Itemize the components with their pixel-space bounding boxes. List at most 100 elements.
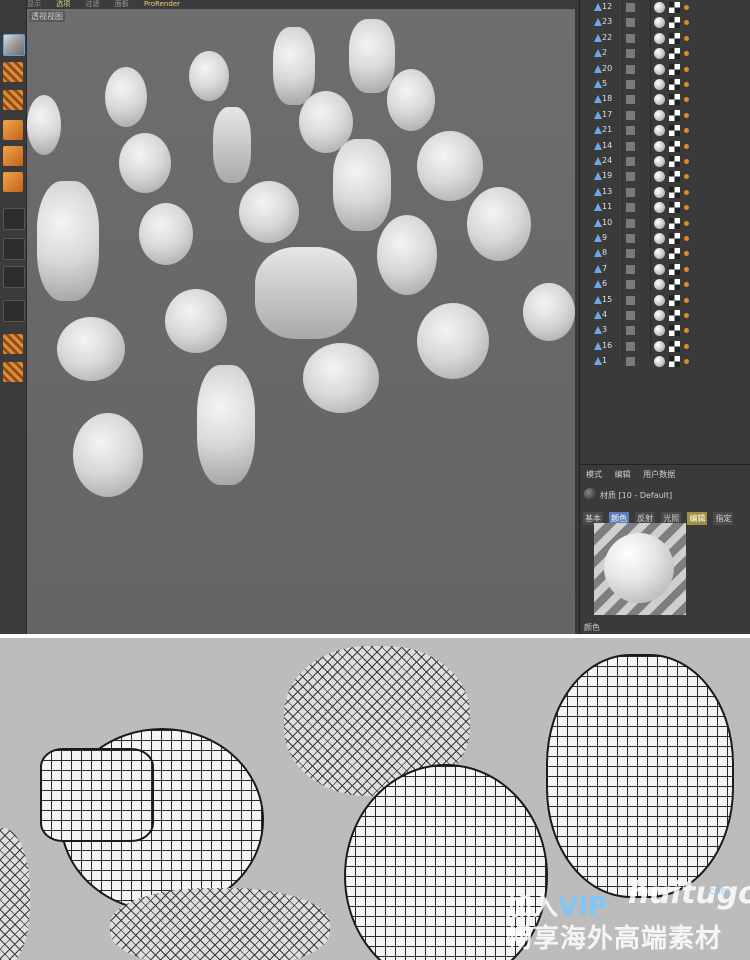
channel-tab-editor[interactable]: 编辑 (687, 512, 708, 525)
hair-model[interactable] (417, 303, 489, 379)
object-row[interactable]: 8 (580, 246, 750, 261)
menu-item[interactable]: 面板 (115, 0, 129, 8)
checker-tag-icon[interactable] (669, 340, 680, 352)
channel-tab-assign[interactable]: 指定 (713, 512, 734, 525)
hair-tag-icon[interactable] (684, 297, 689, 303)
magnet-icon[interactable] (3, 300, 25, 322)
hair-tag-icon[interactable] (684, 174, 689, 180)
perspective-viewport[interactable]: 透视视图 (27, 9, 575, 634)
material-tag-icon[interactable] (654, 17, 665, 29)
object-row[interactable]: 23 (580, 15, 750, 30)
spline-icon[interactable] (3, 238, 25, 260)
object-row[interactable]: 11 (580, 200, 750, 215)
material-tag-icon[interactable] (654, 340, 665, 352)
hair-model[interactable] (139, 203, 193, 265)
checker-tag-icon[interactable] (669, 325, 680, 337)
material-tag-icon[interactable] (654, 32, 665, 44)
orange-cube-icon[interactable] (3, 146, 23, 166)
hair-model[interactable] (213, 107, 251, 183)
object-row[interactable]: 6 (580, 277, 750, 292)
hair-model[interactable] (377, 215, 437, 295)
hair-model[interactable] (165, 289, 227, 353)
object-row[interactable]: 2 (580, 46, 750, 61)
tab-mode[interactable]: 模式 (586, 470, 602, 479)
checker-tag-icon[interactable] (669, 202, 680, 214)
object-row[interactable]: 7 (580, 262, 750, 277)
checker-tag-icon[interactable] (669, 294, 680, 306)
hair-tag-icon[interactable] (684, 159, 689, 164)
hair-model[interactable] (57, 317, 125, 381)
hair-model[interactable] (387, 69, 435, 131)
material-tag-icon[interactable] (654, 356, 665, 368)
checker-tag-icon[interactable] (669, 217, 680, 229)
object-row[interactable]: 14 (580, 139, 750, 154)
cube-icon[interactable] (3, 34, 25, 56)
object-row[interactable]: 15 (580, 293, 750, 308)
checker-tag-icon[interactable] (669, 109, 680, 121)
material-tag-icon[interactable] (654, 156, 665, 167)
checker-tag-icon[interactable] (669, 248, 680, 260)
hair-tag-icon[interactable] (684, 51, 689, 57)
hair-tag-icon[interactable] (684, 282, 689, 288)
hair-tag-icon[interactable] (684, 359, 689, 365)
checker-tag-icon[interactable] (669, 32, 680, 44)
hair-model[interactable] (467, 187, 531, 261)
hair-model[interactable] (333, 139, 391, 231)
material-tag-icon[interactable] (654, 263, 665, 275)
hair-tag-icon[interactable] (684, 128, 689, 134)
hair-tag-icon[interactable] (684, 66, 689, 72)
hair-tag-icon[interactable] (684, 328, 689, 334)
material-tag-icon[interactable] (654, 294, 665, 306)
object-row[interactable]: 22 (580, 31, 750, 46)
grid-plane-icon[interactable] (3, 90, 23, 110)
material-tag-icon[interactable] (654, 63, 665, 75)
object-row[interactable]: 24 (580, 154, 750, 169)
menu-item[interactable]: 过滤 (85, 0, 99, 8)
menu-item[interactable]: 显示 (27, 0, 41, 8)
material-tag-icon[interactable] (654, 233, 665, 244)
object-row[interactable]: 10 (580, 216, 750, 231)
object-row[interactable]: 18 (580, 92, 750, 107)
checker-tag-icon[interactable] (669, 94, 680, 106)
checker-cube-icon[interactable] (3, 62, 23, 82)
hair-tag-icon[interactable] (684, 97, 689, 103)
tab-user-data[interactable]: 用户数据 (643, 470, 675, 479)
orange-cube-icon[interactable] (3, 172, 23, 192)
hair-tag-icon[interactable] (684, 82, 689, 87)
tab-edit[interactable]: 编辑 (615, 470, 631, 479)
object-row[interactable]: 3 (580, 323, 750, 338)
object-row[interactable]: 19 (580, 169, 750, 184)
material-tag-icon[interactable] (654, 325, 665, 337)
checker-tag-icon[interactable] (669, 310, 680, 321)
checker-tag-icon[interactable] (669, 156, 680, 167)
hair-model[interactable] (27, 95, 61, 155)
hair-model[interactable] (197, 365, 255, 485)
hair-model[interactable] (239, 181, 299, 243)
hair-tag-icon[interactable] (684, 35, 689, 41)
material-tag-icon[interactable] (654, 310, 665, 321)
checker-tag-icon[interactable] (669, 233, 680, 244)
checker-tag-icon[interactable] (669, 125, 680, 137)
hair-tag-icon[interactable] (684, 20, 689, 26)
object-row[interactable]: 17 (580, 108, 750, 123)
hair-tag-icon[interactable] (684, 143, 689, 149)
checker-tag-icon[interactable] (669, 140, 680, 152)
material-tag-icon[interactable] (654, 217, 665, 229)
hair-model[interactable] (349, 19, 395, 93)
material-tag-icon[interactable] (654, 171, 665, 183)
hair-model[interactable] (273, 27, 315, 105)
object-row[interactable]: 12 (580, 0, 750, 15)
material-tag-icon[interactable] (654, 2, 665, 13)
orange-cube-icon[interactable] (3, 120, 23, 140)
object-row[interactable]: 21 (580, 123, 750, 138)
refresh-icon[interactable] (3, 362, 23, 382)
hair-model[interactable] (37, 181, 99, 301)
object-row[interactable]: 16 (580, 339, 750, 354)
hair-tag-icon[interactable] (684, 313, 689, 318)
material-tag-icon[interactable] (654, 186, 665, 198)
checker-tag-icon[interactable] (669, 263, 680, 275)
hair-model[interactable] (105, 67, 147, 127)
checker-tag-icon[interactable] (669, 279, 680, 291)
menu-item-active[interactable]: 选项 (56, 0, 70, 8)
material-tag-icon[interactable] (654, 248, 665, 260)
